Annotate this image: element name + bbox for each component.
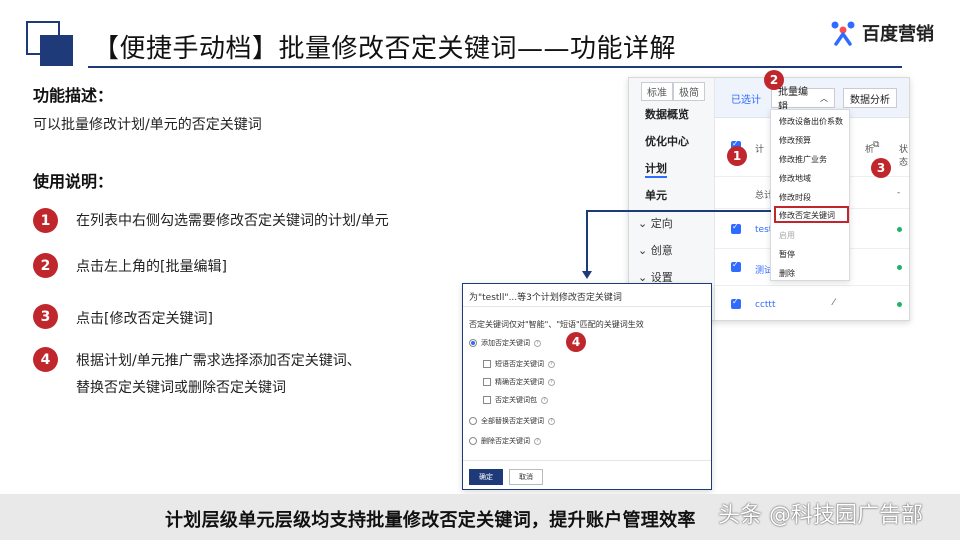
help-icon: ? (534, 437, 541, 445)
nav-item-optimize[interactable]: 优化中心 (645, 133, 689, 149)
chart-icon: ⁄ (833, 298, 835, 308)
step-3-badge: 3 (33, 304, 58, 329)
callout-badge-3: 3 (871, 158, 891, 178)
step-4-text-line1: 根据计划/单元推广需求选择添加否定关键词、 (76, 353, 361, 369)
radio-selected[interactable] (469, 339, 477, 347)
menu-item-schedule[interactable]: 修改时段 (779, 192, 811, 203)
negative-keyword-dialog: 为"testll"...等3个计划修改否定关键词 否定关键词仅对"智能"、"短语… (462, 283, 712, 490)
sub-option-package-label: 否定关键词包 (495, 396, 537, 404)
option-replace-label: 全部替换否定关键词 (481, 417, 544, 425)
column-status: 状态 (899, 145, 909, 168)
status-dot (897, 265, 902, 270)
option-add[interactable]: 添加否定关键词 ? (469, 338, 541, 348)
sub-option-exact[interactable]: 精确否定关键词 ? (483, 377, 555, 387)
row-checkbox[interactable] (731, 260, 741, 272)
help-icon: ? (548, 378, 555, 386)
menu-item-business[interactable]: 修改推广业务 (779, 154, 827, 165)
chevron-down-icon: ⌄ (638, 244, 648, 257)
baidu-marketing-logo: 百度营销 (830, 20, 934, 46)
confirm-button[interactable]: 确定 (469, 469, 503, 485)
menu-item-negative-keywords[interactable]: 修改否定关键词 (779, 210, 835, 221)
view-toggle-standard[interactable]: 标准 (641, 82, 673, 101)
sub-option-package[interactable]: 否定关键词包 ? (483, 395, 548, 405)
arrow-down-icon (582, 271, 592, 279)
description-body: 可以批量修改计划/单元的否定关键词 (33, 117, 262, 133)
help-icon: ? (548, 360, 555, 368)
chevron-up-icon: ︿ (820, 93, 828, 103)
step-1-text: 在列表中右侧勾选需要修改否定关键词的计划/单元 (76, 213, 389, 229)
step-2-badge: 2 (33, 253, 58, 278)
step-4-text-line2: 替换否定关键词或删除否定关键词 (76, 380, 286, 396)
header-divider (88, 66, 902, 68)
menu-item-budget[interactable]: 修改预算 (779, 135, 811, 146)
connector-line (586, 210, 588, 273)
nav-item-targeting-label: 定向 (650, 217, 673, 230)
sub-option-phrase-label: 短语否定关键词 (495, 360, 544, 368)
data-analysis-button[interactable]: 数据分析 (843, 88, 897, 108)
selected-count-label: 已选计 (731, 95, 761, 106)
status-dot (897, 302, 902, 307)
connector-line (587, 210, 771, 212)
logo-icon (831, 21, 855, 46)
dialog-footer-divider (463, 460, 711, 461)
nav-item-plan[interactable]: 计划 (645, 160, 667, 178)
help-icon: ? (541, 396, 548, 404)
step-4-badge: 4 (33, 347, 58, 372)
page-title: 【便捷手动档】批量修改否定关键词——功能详解 (93, 34, 677, 64)
cancel-button[interactable]: 取消 (509, 469, 543, 485)
dialog-title: 为"testll"...等3个计划修改否定关键词 (469, 293, 622, 303)
option-replace[interactable]: 全部替换否定关键词 ? (469, 416, 555, 426)
help-icon: ? (548, 417, 555, 425)
nav-item-creative-label: 创意 (650, 244, 673, 257)
nav-item-targeting[interactable]: ⌄ 定向 (638, 215, 673, 231)
total-status-dash: - (897, 188, 901, 198)
row-divider (715, 285, 909, 286)
checkbox[interactable] (483, 360, 491, 368)
nav-item-overview[interactable]: 数据概览 (645, 106, 689, 122)
row-plan-name[interactable]: ccttt (755, 300, 775, 310)
option-delete-label: 删除否定关键词 (481, 437, 530, 445)
option-add-label: 添加否定关键词 (481, 339, 530, 347)
description-heading: 功能描述： (33, 86, 114, 105)
view-toggle-simple[interactable]: 极简 (673, 82, 705, 101)
dialog-note: 否定关键词仅对"智能"、"短语"匹配的关键词生效 (469, 320, 644, 329)
callout-badge-1: 1 (727, 146, 747, 166)
help-icon: ? (534, 339, 541, 347)
status-dot (897, 227, 902, 232)
step-2-text: 点击左上角的[批量编辑] (76, 259, 227, 275)
menu-item-device-bid[interactable]: 修改设备出价系数 (779, 116, 843, 127)
row-checkbox[interactable] (731, 297, 741, 309)
watermark: 头条 @科技园广告部 (718, 503, 923, 528)
callout-badge-4: 4 (566, 332, 586, 352)
menu-item-delete[interactable]: 删除 (779, 268, 795, 279)
sub-option-exact-label: 精确否定关键词 (495, 378, 544, 386)
menu-item-region[interactable]: 修改地域 (779, 173, 811, 184)
option-delete[interactable]: 删除否定关键词 ? (469, 436, 541, 446)
sub-option-phrase[interactable]: 短语否定关键词 ? (483, 359, 555, 369)
column-plan: 计 (755, 145, 765, 155)
nav-item-creative[interactable]: ⌄ 创意 (638, 242, 673, 258)
step-1-badge: 1 (33, 208, 58, 233)
menu-item-enable: 启用 (779, 231, 795, 240)
nav-item-unit[interactable]: 单元 (645, 187, 667, 203)
callout-badge-2: 2 (764, 70, 784, 90)
batch-edit-button[interactable]: 批量编辑 ︿ (771, 87, 835, 113)
info-icon: ⧉ (873, 140, 880, 150)
checkbox[interactable] (483, 396, 491, 404)
menu-item-pause[interactable]: 暂停 (779, 249, 795, 260)
view-toggle: 标准 极简 (641, 82, 705, 101)
radio[interactable] (469, 437, 477, 445)
usage-heading: 使用说明： (33, 172, 114, 191)
row-checkbox[interactable] (731, 222, 741, 234)
batch-edit-dropdown: 修改设备出价系数 修改预算 修改推广业务 修改地域 修改时段 修改否定关键词 启… (770, 109, 850, 281)
checkbox[interactable] (483, 378, 491, 386)
step-3-text: 点击[修改否定关键词] (76, 311, 213, 327)
logo-text: 百度营销 (862, 24, 934, 45)
chevron-down-icon: ⌄ (638, 217, 648, 230)
radio[interactable] (469, 417, 477, 425)
dialog-divider (463, 306, 711, 307)
summary-text: 计划层级单元层级均支持批量修改否定关键词，提升账户管理效率 (165, 510, 696, 531)
header-decor-square-fill (40, 35, 73, 66)
